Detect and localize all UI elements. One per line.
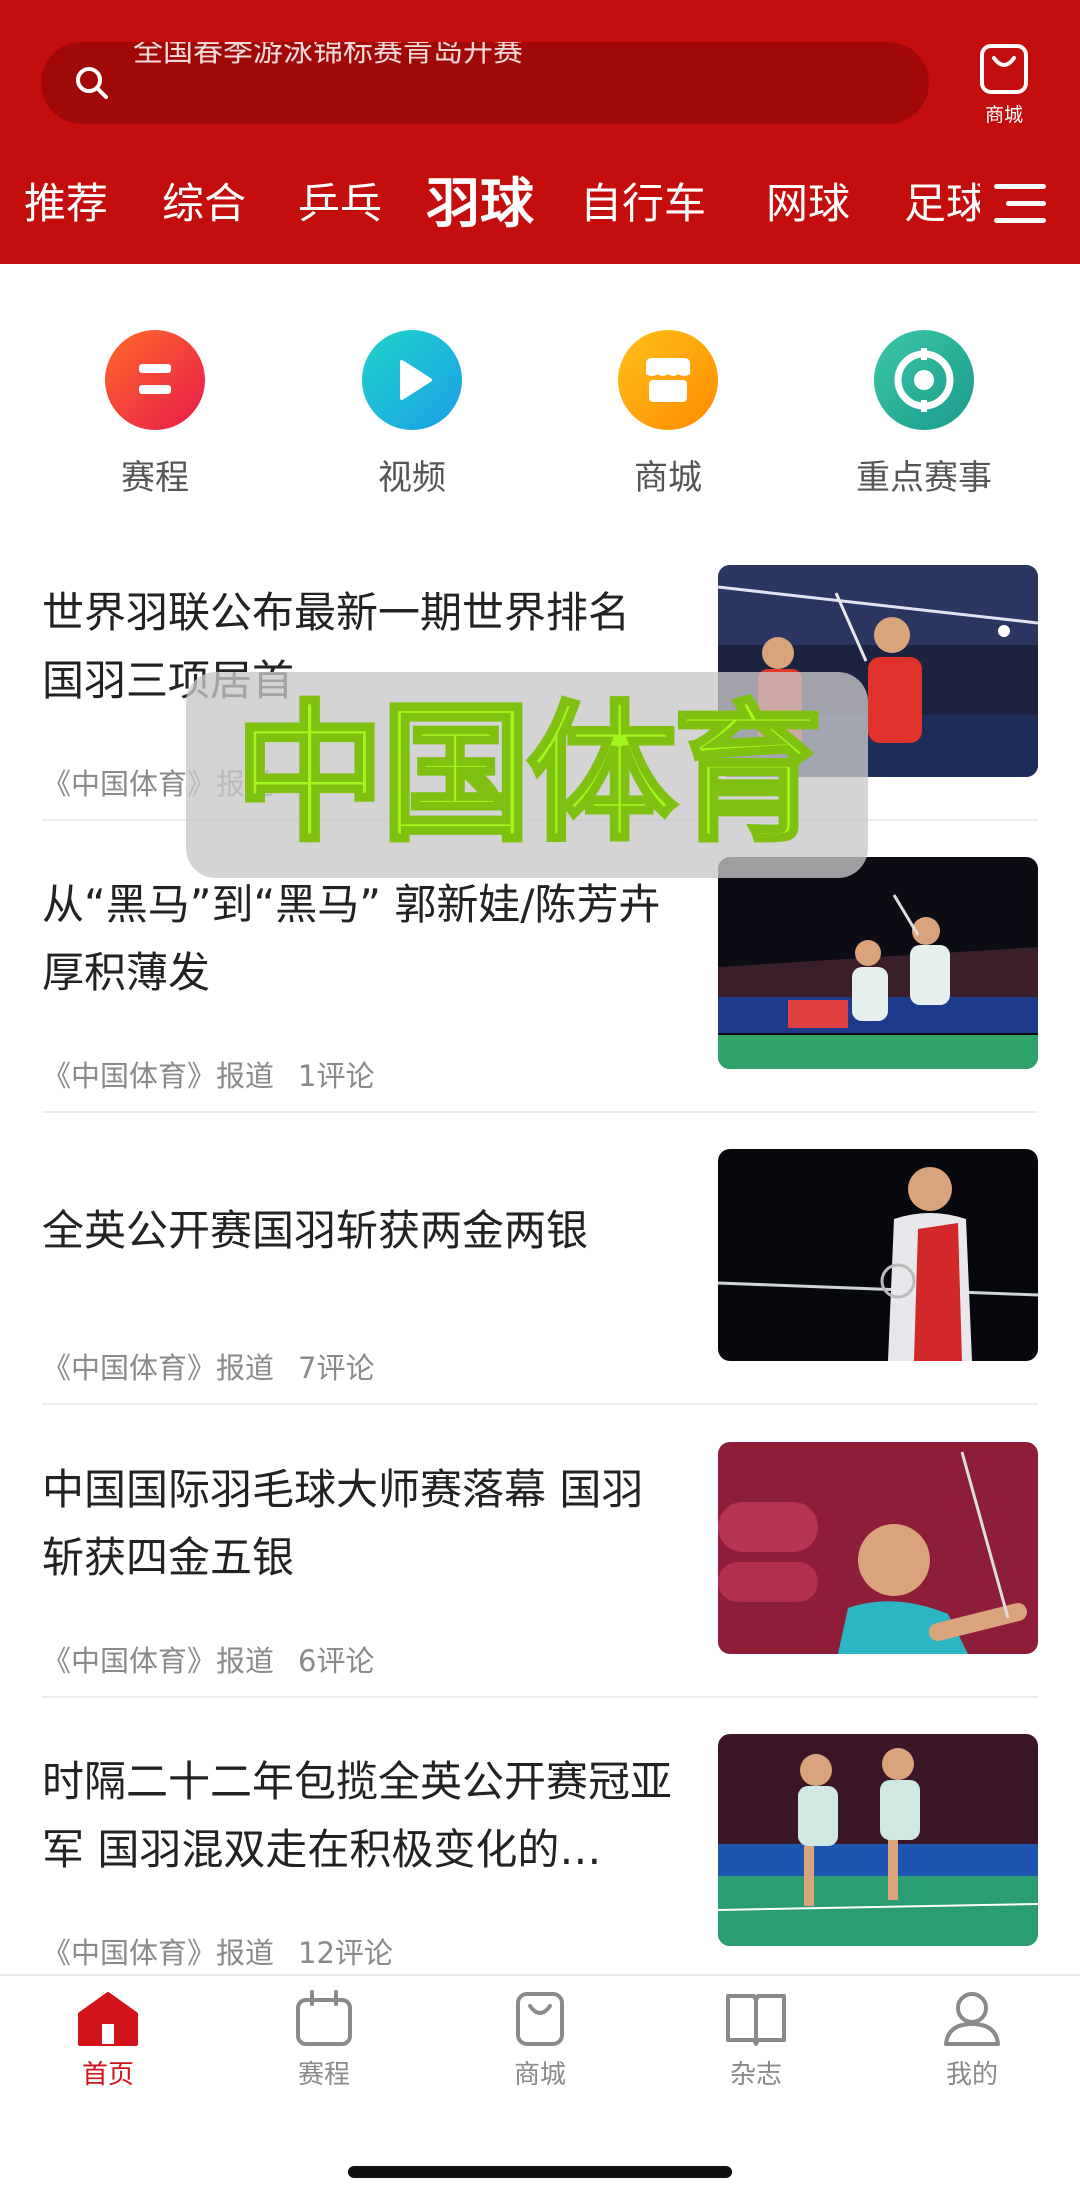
search-bar[interactable]: 全国春季游泳锦标赛青岛开赛 bbox=[41, 42, 929, 124]
nav-label: 首页 bbox=[81, 2060, 134, 2090]
news-thumbnail bbox=[718, 1149, 1038, 1361]
divider bbox=[42, 1403, 1038, 1405]
category-tabs: 推荐 综合 乒乓 羽球 自行车 网球 足球 bbox=[0, 164, 980, 244]
tab-cycling[interactable]: 自行车 bbox=[580, 164, 706, 244]
nav-schedule[interactable]: 赛程 bbox=[254, 1988, 394, 2091]
news-title: 从“黑马”到“黑马” 郭新娃/陈芳卉厚积薄发 bbox=[42, 880, 661, 997]
tab-recommend[interactable]: 推荐 bbox=[24, 164, 108, 244]
search-hint: 全国春季游泳锦标赛青岛开赛 bbox=[133, 42, 523, 69]
news-item[interactable]: 从“黑马”到“黑马” 郭新娃/陈芳卉厚积薄发 《中国体育》报道 1评论 bbox=[0, 857, 1080, 1149]
calendar-icon bbox=[296, 1990, 352, 2046]
nav-label: 赛程 bbox=[297, 2060, 350, 2090]
news-comments: 12评论 bbox=[298, 1936, 393, 1970]
nav-label: 杂志 bbox=[729, 2060, 782, 2090]
quick-links: 赛程 视频 商城 重点赛事 bbox=[0, 330, 1080, 500]
user-icon bbox=[944, 1992, 1000, 2046]
menu-icon-line bbox=[994, 184, 1046, 189]
quick-link-key-events[interactable]: 重点赛事 bbox=[824, 330, 1024, 499]
quick-link-label: 视频 bbox=[378, 458, 446, 498]
news-source: 《中国体育》报道 bbox=[42, 1936, 275, 1970]
target-icon bbox=[874, 330, 974, 430]
news-meta: 《中国体育》报道 6评论 bbox=[42, 1638, 374, 1680]
menu-icon-line bbox=[994, 218, 1046, 223]
shop-button[interactable]: 商城 bbox=[968, 40, 1040, 130]
quick-link-label: 重点赛事 bbox=[856, 458, 992, 498]
news-source: 《中国体育》报道 bbox=[42, 1351, 275, 1385]
news-thumbnail bbox=[718, 857, 1038, 1069]
quick-link-label: 赛程 bbox=[121, 458, 189, 498]
tab-badminton[interactable]: 羽球 bbox=[426, 164, 534, 244]
home-indicator[interactable] bbox=[348, 2166, 732, 2178]
nav-label: 我的 bbox=[945, 2060, 998, 2090]
quick-link-video[interactable]: 视频 bbox=[312, 330, 512, 499]
play-icon bbox=[362, 330, 462, 430]
news-source: 《中国体育》报道 bbox=[42, 1644, 275, 1678]
divider bbox=[42, 1696, 1038, 1698]
news-source: 《中国体育》报道 bbox=[42, 1059, 275, 1093]
news-thumbnail bbox=[718, 1734, 1038, 1946]
news-comments: 6评论 bbox=[298, 1644, 375, 1678]
shopping-bag-icon bbox=[980, 44, 1028, 94]
watermark-overlay: 中国体育 bbox=[186, 672, 868, 878]
news-item[interactable]: 中国国际羽毛球大师赛落幕 国羽斩获四金五银 《中国体育》报道 6评论 bbox=[0, 1442, 1080, 1734]
store-icon bbox=[618, 330, 718, 430]
tab-pingpong[interactable]: 乒乓 bbox=[298, 164, 386, 244]
watermark-text: 中国体育 bbox=[233, 686, 825, 864]
nav-profile[interactable]: 我的 bbox=[902, 1988, 1042, 2091]
nav-shop[interactable]: 商城 bbox=[470, 1988, 610, 2091]
news-meta: 《中国体育》报道 1评论 bbox=[42, 1053, 374, 1095]
menu-button[interactable] bbox=[986, 176, 1050, 232]
divider bbox=[42, 1111, 1038, 1113]
news-comments: 7评论 bbox=[298, 1351, 375, 1385]
nav-home[interactable]: 首页 bbox=[38, 1988, 178, 2091]
news-title: 全英公开赛国羽斩获两金两银 bbox=[42, 1206, 589, 1255]
home-icon bbox=[78, 1992, 138, 2046]
nav-magazine[interactable]: 杂志 bbox=[686, 1988, 826, 2091]
app-header: 全国春季游泳锦标赛青岛开赛 商城 推荐 综合 乒乓 羽球 自行车 网球 足球 bbox=[0, 0, 1080, 264]
news-item[interactable]: 全英公开赛国羽斩获两金两银 《中国体育》报道 7评论 bbox=[0, 1149, 1080, 1441]
quick-link-label: 商城 bbox=[634, 458, 702, 498]
quick-link-store[interactable]: 商城 bbox=[568, 330, 768, 499]
tab-general[interactable]: 综合 bbox=[162, 164, 246, 244]
news-comments: 1评论 bbox=[298, 1059, 375, 1093]
news-title: 中国国际羽毛球大师赛落幕 国羽斩获四金五银 bbox=[42, 1465, 644, 1582]
news-meta: 《中国体育》报道 12评论 bbox=[42, 1930, 393, 1972]
book-icon bbox=[726, 1994, 786, 2046]
nav-label: 商城 bbox=[513, 2060, 566, 2090]
news-title: 时隔二十二年包揽全英公开赛冠亚军 国羽混双走在积极变化的… bbox=[42, 1757, 673, 1874]
search-icon bbox=[76, 67, 108, 99]
shopping-bag-icon bbox=[516, 1992, 564, 2046]
menu-icon-line bbox=[1006, 201, 1046, 206]
news-thumbnail bbox=[718, 1442, 1038, 1654]
news-meta: 《中国体育》报道 7评论 bbox=[42, 1345, 374, 1387]
tab-football[interactable]: 足球 bbox=[904, 164, 980, 244]
schedule-icon bbox=[105, 330, 205, 430]
tab-tennis[interactable]: 网球 bbox=[766, 164, 850, 244]
shop-label: 商城 bbox=[984, 104, 1023, 126]
quick-link-schedule[interactable]: 赛程 bbox=[55, 330, 255, 499]
